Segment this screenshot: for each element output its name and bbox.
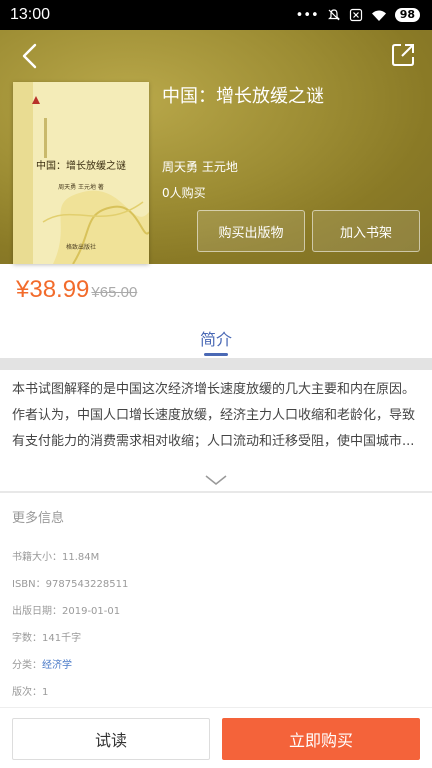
- tab-underline: [204, 353, 228, 356]
- status-bar: 13:00 ••• 98: [0, 0, 432, 30]
- info-pub-date: 出版日期：2019-01-01: [12, 606, 121, 617]
- sim-icon: [349, 8, 362, 22]
- info-word-count: 字数：141千字: [12, 633, 82, 644]
- original-price: ¥65.00: [91, 284, 138, 301]
- info-edition: 版次：1: [12, 687, 49, 698]
- cover-art: [13, 82, 149, 264]
- trial-read-button[interactable]: 试读: [12, 718, 210, 760]
- buy-now-button[interactable]: 立即购买: [222, 718, 420, 760]
- tab-intro[interactable]: 简介: [0, 326, 432, 350]
- bottom-bar: 试读 立即购买: [0, 707, 432, 768]
- chevron-down-icon[interactable]: [204, 474, 228, 486]
- divider: [0, 491, 432, 493]
- intro-text: 本书试图解释的是中国这次经济增长速度放缓的几大主要和内在原因。作者认为，中国人口…: [12, 382, 416, 449]
- wifi-icon: [371, 10, 386, 21]
- info-category: 分类：经济学: [12, 656, 72, 671]
- info-isbn: ISBN：9787543228511: [12, 579, 129, 590]
- dots-icon: •••: [295, 7, 319, 23]
- more-info-title: 更多信息: [12, 511, 65, 526]
- info-size: 书籍大小：11.84M: [12, 552, 100, 563]
- battery-icon: 98: [394, 8, 420, 22]
- mute-icon: [327, 9, 340, 21]
- cover-publisher: 格致出版社: [65, 244, 96, 251]
- price-row: ¥38.99 ¥65.00: [16, 276, 137, 304]
- category-link[interactable]: 经济学: [42, 660, 72, 671]
- share-icon[interactable]: [390, 42, 416, 68]
- book-authors: 周天勇 王元地: [162, 160, 238, 174]
- status-time: 13:00: [10, 6, 51, 23]
- book-title: 中国：增长放缓之谜: [162, 86, 324, 107]
- add-to-shelf-button[interactable]: 加入书架: [312, 210, 420, 252]
- cover-authors: 周天勇 王元地 著: [58, 184, 104, 191]
- status-icons: ••• 98: [296, 8, 420, 23]
- info-category-label: 分类：: [12, 660, 42, 671]
- buyer-count: 0人购买: [162, 186, 206, 200]
- current-price: ¥38.99: [16, 276, 90, 303]
- back-arrow-icon[interactable]: [18, 42, 42, 70]
- book-cover[interactable]: 中国：增长放缓之谜 周天勇 王元地 著 格致出版社: [13, 82, 149, 264]
- buy-print-button[interactable]: 购买出版物: [197, 210, 305, 252]
- section-divider: [0, 358, 432, 370]
- cover-title: 中国：增长放缓之谜: [36, 161, 126, 172]
- book-header: 中国：增长放缓之谜 周天勇 王元地 著 格致出版社 中国：增长放缓之谜 周天勇 …: [0, 30, 432, 264]
